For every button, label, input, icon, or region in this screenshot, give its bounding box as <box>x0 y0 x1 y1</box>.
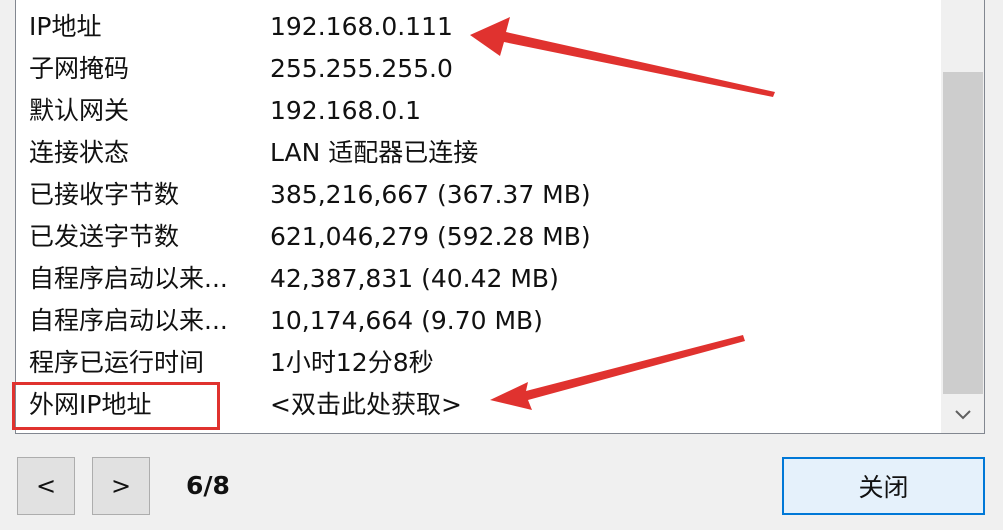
item-value: LAN 适配器已连接 <box>270 138 479 167</box>
list-item[interactable]: 自程序启动以来... 10,174,664 (9.70 MB) <box>16 300 941 342</box>
list-item[interactable]: 已接收字节数 385,216,667 (367.37 MB) <box>16 174 941 216</box>
item-key: 默认网关 <box>29 96 130 125</box>
info-list: IP地址 192.168.0.111 子网掩码 255.255.255.0 默认… <box>16 0 941 433</box>
list-item[interactable]: 程序已运行时间 1小时12分8秒 <box>16 342 941 384</box>
item-value: 192.168.0.111 <box>270 12 453 41</box>
item-value: 192.168.0.1 <box>270 96 422 125</box>
list-item[interactable]: 连接状态 LAN 适配器已连接 <box>16 132 941 174</box>
item-value: 1小时12分8秒 <box>270 348 434 377</box>
item-key: 已接收字节数 <box>29 180 180 209</box>
close-button[interactable]: 关闭 <box>782 457 985 515</box>
item-key: IP地址 <box>29 12 102 41</box>
item-key: 已发送字节数 <box>29 222 180 251</box>
list-item-external-ip[interactable]: 外网IP地址 <双击此处获取> <box>16 384 941 426</box>
info-list-panel: IP地址 192.168.0.111 子网掩码 255.255.255.0 默认… <box>15 0 985 434</box>
list-item[interactable]: 自程序启动以来... 42,387,831 (40.42 MB) <box>16 258 941 300</box>
item-key: 外网IP地址 <box>29 390 152 419</box>
item-value: 10,174,664 (9.70 MB) <box>270 306 543 335</box>
prev-page-button[interactable]: < <box>17 457 75 515</box>
item-value: 621,046,279 (592.28 MB) <box>270 222 591 251</box>
list-item[interactable]: 已发送字节数 621,046,279 (592.28 MB) <box>16 216 941 258</box>
list-item[interactable]: 默认网关 192.168.0.1 <box>16 90 941 132</box>
vertical-scrollbar[interactable] <box>941 0 984 433</box>
item-value: 42,387,831 (40.42 MB) <box>270 264 559 293</box>
page-indicator: 6/8 <box>186 471 230 500</box>
network-info-dialog: IP地址 192.168.0.111 子网掩码 255.255.255.0 默认… <box>0 0 1003 530</box>
item-key: 自程序启动以来... <box>29 264 228 293</box>
external-ip-fetch-link[interactable]: <双击此处获取> <box>270 384 462 426</box>
item-key: 连接状态 <box>29 138 130 167</box>
next-page-button[interactable]: > <box>92 457 150 515</box>
item-value: 255.255.255.0 <box>270 54 453 83</box>
list-item[interactable]: IP地址 192.168.0.111 <box>16 6 941 48</box>
item-key: 子网掩码 <box>29 54 130 83</box>
item-value: 385,216,667 (367.37 MB) <box>270 180 591 209</box>
list-item[interactable]: 子网掩码 255.255.255.0 <box>16 48 941 90</box>
scroll-down-button[interactable] <box>942 396 984 433</box>
item-key: 程序已运行时间 <box>29 348 205 377</box>
item-key: 自程序启动以来... <box>29 306 228 335</box>
scrollbar-thumb[interactable] <box>943 72 983 394</box>
chevron-down-icon <box>955 409 971 419</box>
